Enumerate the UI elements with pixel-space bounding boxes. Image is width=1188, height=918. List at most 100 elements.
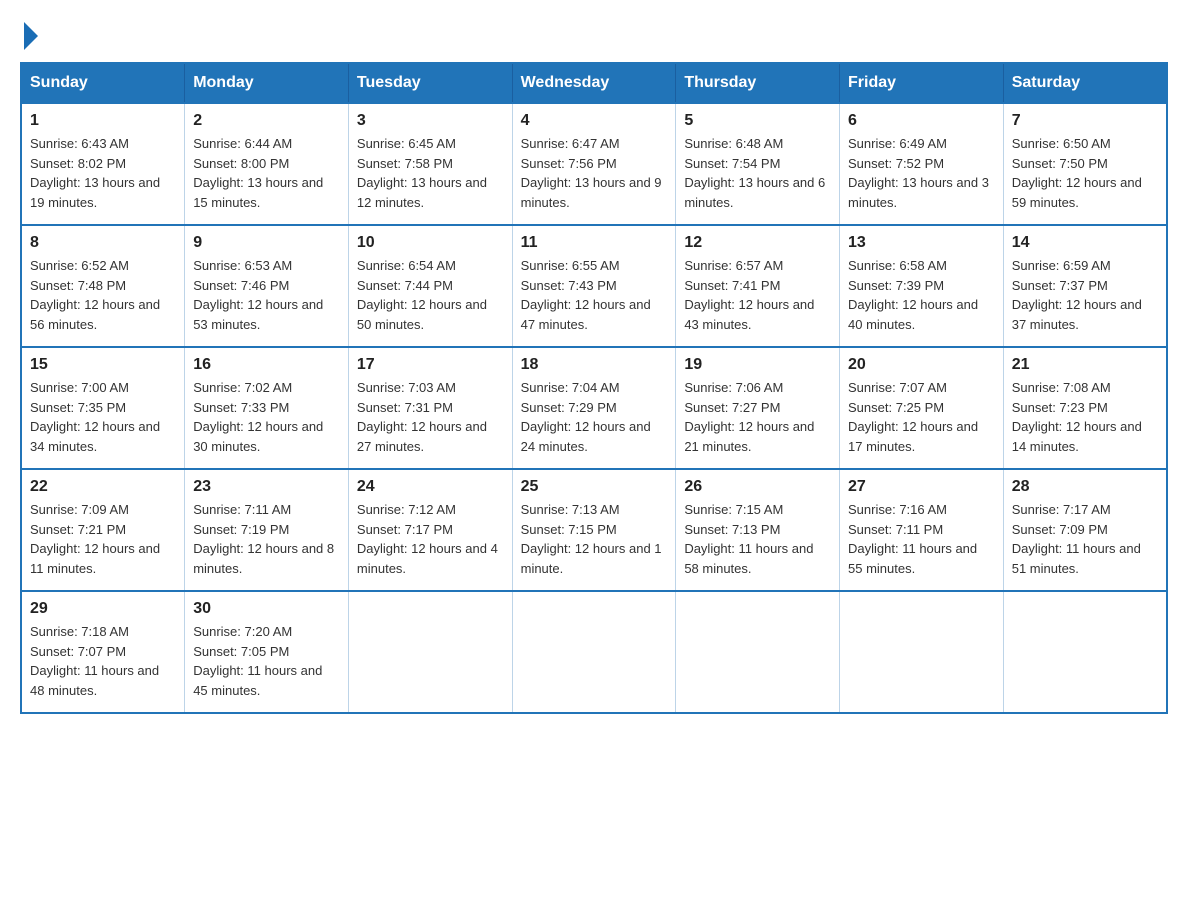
- day-number: 26: [684, 478, 831, 496]
- calendar-week-row: 29 Sunrise: 7:18 AM Sunset: 7:07 PM Dayl…: [21, 591, 1167, 713]
- day-info: Sunrise: 6:54 AM Sunset: 7:44 PM Dayligh…: [357, 256, 504, 334]
- calendar-cell: 9 Sunrise: 6:53 AM Sunset: 7:46 PM Dayli…: [185, 225, 349, 347]
- col-header-monday: Monday: [185, 63, 349, 103]
- day-number: 14: [1012, 234, 1158, 252]
- calendar-cell: 6 Sunrise: 6:49 AM Sunset: 7:52 PM Dayli…: [840, 103, 1004, 225]
- day-number: 3: [357, 112, 504, 130]
- calendar-cell: [840, 591, 1004, 713]
- col-header-friday: Friday: [840, 63, 1004, 103]
- day-number: 30: [193, 600, 340, 618]
- calendar-cell: 25 Sunrise: 7:13 AM Sunset: 7:15 PM Dayl…: [512, 469, 676, 591]
- day-number: 7: [1012, 112, 1158, 130]
- day-info: Sunrise: 7:00 AM Sunset: 7:35 PM Dayligh…: [30, 378, 176, 456]
- calendar-cell: 18 Sunrise: 7:04 AM Sunset: 7:29 PM Dayl…: [512, 347, 676, 469]
- day-info: Sunrise: 6:59 AM Sunset: 7:37 PM Dayligh…: [1012, 256, 1158, 334]
- day-number: 5: [684, 112, 831, 130]
- calendar-cell: 15 Sunrise: 7:00 AM Sunset: 7:35 PM Dayl…: [21, 347, 185, 469]
- calendar-cell: 26 Sunrise: 7:15 AM Sunset: 7:13 PM Dayl…: [676, 469, 840, 591]
- day-info: Sunrise: 7:03 AM Sunset: 7:31 PM Dayligh…: [357, 378, 504, 456]
- col-header-thursday: Thursday: [676, 63, 840, 103]
- day-number: 11: [521, 234, 668, 252]
- day-number: 4: [521, 112, 668, 130]
- calendar-week-row: 15 Sunrise: 7:00 AM Sunset: 7:35 PM Dayl…: [21, 347, 1167, 469]
- day-info: Sunrise: 7:11 AM Sunset: 7:19 PM Dayligh…: [193, 500, 340, 578]
- day-info: Sunrise: 6:44 AM Sunset: 8:00 PM Dayligh…: [193, 134, 340, 212]
- col-header-wednesday: Wednesday: [512, 63, 676, 103]
- day-number: 24: [357, 478, 504, 496]
- day-info: Sunrise: 7:12 AM Sunset: 7:17 PM Dayligh…: [357, 500, 504, 578]
- col-header-tuesday: Tuesday: [348, 63, 512, 103]
- col-header-saturday: Saturday: [1003, 63, 1167, 103]
- calendar-cell: 20 Sunrise: 7:07 AM Sunset: 7:25 PM Dayl…: [840, 347, 1004, 469]
- day-number: 27: [848, 478, 995, 496]
- col-header-sunday: Sunday: [21, 63, 185, 103]
- logo-top: [20, 20, 38, 50]
- logo-arrow-icon: [24, 22, 38, 50]
- day-number: 19: [684, 356, 831, 374]
- day-info: Sunrise: 6:47 AM Sunset: 7:56 PM Dayligh…: [521, 134, 668, 212]
- calendar-header-row: SundayMondayTuesdayWednesdayThursdayFrid…: [21, 63, 1167, 103]
- day-number: 10: [357, 234, 504, 252]
- day-info: Sunrise: 7:18 AM Sunset: 7:07 PM Dayligh…: [30, 622, 176, 700]
- calendar-cell: 19 Sunrise: 7:06 AM Sunset: 7:27 PM Dayl…: [676, 347, 840, 469]
- day-info: Sunrise: 6:57 AM Sunset: 7:41 PM Dayligh…: [684, 256, 831, 334]
- calendar-cell: 12 Sunrise: 6:57 AM Sunset: 7:41 PM Dayl…: [676, 225, 840, 347]
- calendar-cell: [512, 591, 676, 713]
- day-info: Sunrise: 7:07 AM Sunset: 7:25 PM Dayligh…: [848, 378, 995, 456]
- day-number: 20: [848, 356, 995, 374]
- day-info: Sunrise: 7:15 AM Sunset: 7:13 PM Dayligh…: [684, 500, 831, 578]
- day-info: Sunrise: 7:04 AM Sunset: 7:29 PM Dayligh…: [521, 378, 668, 456]
- calendar-cell: 2 Sunrise: 6:44 AM Sunset: 8:00 PM Dayli…: [185, 103, 349, 225]
- calendar-cell: 10 Sunrise: 6:54 AM Sunset: 7:44 PM Dayl…: [348, 225, 512, 347]
- calendar-cell: 14 Sunrise: 6:59 AM Sunset: 7:37 PM Dayl…: [1003, 225, 1167, 347]
- logo: [20, 20, 38, 44]
- day-info: Sunrise: 7:16 AM Sunset: 7:11 PM Dayligh…: [848, 500, 995, 578]
- day-number: 6: [848, 112, 995, 130]
- calendar-cell: [348, 591, 512, 713]
- day-number: 28: [1012, 478, 1158, 496]
- calendar-cell: 7 Sunrise: 6:50 AM Sunset: 7:50 PM Dayli…: [1003, 103, 1167, 225]
- day-info: Sunrise: 6:55 AM Sunset: 7:43 PM Dayligh…: [521, 256, 668, 334]
- day-number: 29: [30, 600, 176, 618]
- day-number: 16: [193, 356, 340, 374]
- calendar-cell: [1003, 591, 1167, 713]
- day-number: 25: [521, 478, 668, 496]
- day-info: Sunrise: 6:58 AM Sunset: 7:39 PM Dayligh…: [848, 256, 995, 334]
- day-info: Sunrise: 6:49 AM Sunset: 7:52 PM Dayligh…: [848, 134, 995, 212]
- calendar-cell: 30 Sunrise: 7:20 AM Sunset: 7:05 PM Dayl…: [185, 591, 349, 713]
- day-info: Sunrise: 6:48 AM Sunset: 7:54 PM Dayligh…: [684, 134, 831, 212]
- day-info: Sunrise: 7:17 AM Sunset: 7:09 PM Dayligh…: [1012, 500, 1158, 578]
- calendar-cell: 28 Sunrise: 7:17 AM Sunset: 7:09 PM Dayl…: [1003, 469, 1167, 591]
- calendar-cell: 8 Sunrise: 6:52 AM Sunset: 7:48 PM Dayli…: [21, 225, 185, 347]
- calendar-cell: 4 Sunrise: 6:47 AM Sunset: 7:56 PM Dayli…: [512, 103, 676, 225]
- page-header: [20, 20, 1168, 44]
- calendar-cell: 11 Sunrise: 6:55 AM Sunset: 7:43 PM Dayl…: [512, 225, 676, 347]
- day-number: 15: [30, 356, 176, 374]
- day-info: Sunrise: 6:45 AM Sunset: 7:58 PM Dayligh…: [357, 134, 504, 212]
- calendar-cell: 23 Sunrise: 7:11 AM Sunset: 7:19 PM Dayl…: [185, 469, 349, 591]
- day-number: 23: [193, 478, 340, 496]
- day-info: Sunrise: 6:53 AM Sunset: 7:46 PM Dayligh…: [193, 256, 340, 334]
- calendar-cell: 22 Sunrise: 7:09 AM Sunset: 7:21 PM Dayl…: [21, 469, 185, 591]
- calendar-table: SundayMondayTuesdayWednesdayThursdayFrid…: [20, 62, 1168, 714]
- day-number: 1: [30, 112, 176, 130]
- day-number: 13: [848, 234, 995, 252]
- day-number: 8: [30, 234, 176, 252]
- day-info: Sunrise: 7:06 AM Sunset: 7:27 PM Dayligh…: [684, 378, 831, 456]
- day-info: Sunrise: 7:13 AM Sunset: 7:15 PM Dayligh…: [521, 500, 668, 578]
- day-info: Sunrise: 7:20 AM Sunset: 7:05 PM Dayligh…: [193, 622, 340, 700]
- day-number: 17: [357, 356, 504, 374]
- day-number: 2: [193, 112, 340, 130]
- day-number: 12: [684, 234, 831, 252]
- day-info: Sunrise: 7:08 AM Sunset: 7:23 PM Dayligh…: [1012, 378, 1158, 456]
- day-info: Sunrise: 6:52 AM Sunset: 7:48 PM Dayligh…: [30, 256, 176, 334]
- day-number: 21: [1012, 356, 1158, 374]
- calendar-cell: 21 Sunrise: 7:08 AM Sunset: 7:23 PM Dayl…: [1003, 347, 1167, 469]
- day-info: Sunrise: 7:09 AM Sunset: 7:21 PM Dayligh…: [30, 500, 176, 578]
- day-number: 9: [193, 234, 340, 252]
- calendar-week-row: 8 Sunrise: 6:52 AM Sunset: 7:48 PM Dayli…: [21, 225, 1167, 347]
- calendar-cell: 17 Sunrise: 7:03 AM Sunset: 7:31 PM Dayl…: [348, 347, 512, 469]
- day-info: Sunrise: 6:50 AM Sunset: 7:50 PM Dayligh…: [1012, 134, 1158, 212]
- day-info: Sunrise: 7:02 AM Sunset: 7:33 PM Dayligh…: [193, 378, 340, 456]
- calendar-week-row: 22 Sunrise: 7:09 AM Sunset: 7:21 PM Dayl…: [21, 469, 1167, 591]
